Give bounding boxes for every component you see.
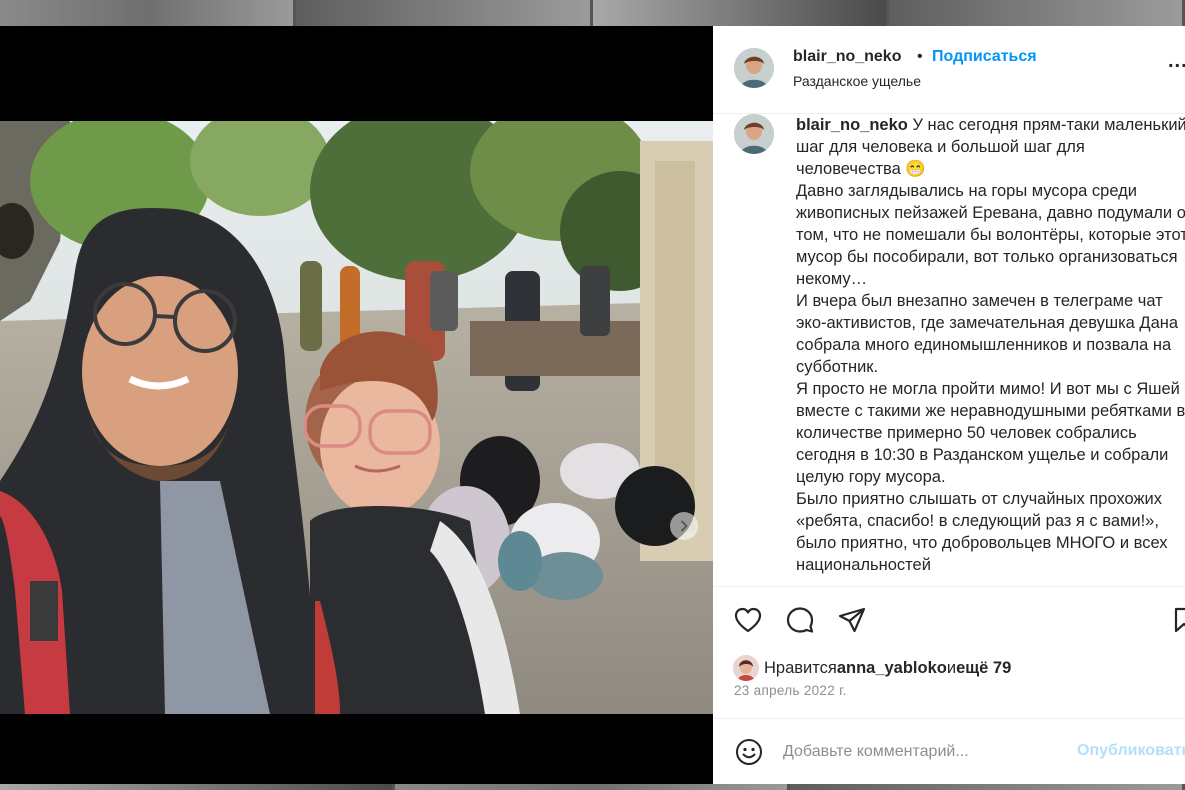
post-photo[interactable] bbox=[0, 121, 713, 714]
divider bbox=[713, 586, 1185, 587]
post-caption: blair_no_neko У нас сегодня прям-таки ма… bbox=[796, 114, 1185, 576]
liker-username[interactable]: anna_yabloko bbox=[837, 659, 947, 678]
likes-summary: Нравится anna_yabloko и ещё 79 bbox=[733, 655, 1011, 681]
like-button[interactable] bbox=[733, 605, 763, 635]
bookmark-icon bbox=[1174, 607, 1185, 633]
likes-prefix: Нравится bbox=[764, 658, 837, 677]
avatar-image bbox=[734, 114, 774, 154]
likes-connector: и bbox=[946, 658, 957, 677]
author-username[interactable]: blair_no_neko bbox=[793, 48, 901, 66]
caption-paragraph: Давно заглядывались на горы мусора среди… bbox=[796, 182, 1185, 288]
share-button[interactable] bbox=[837, 605, 867, 635]
publish-button[interactable]: Опубликовать bbox=[1077, 742, 1185, 760]
likes-count-link[interactable]: ещё 79 bbox=[956, 659, 1011, 678]
background-thumbnails-top bbox=[0, 0, 1185, 26]
avatar-image bbox=[734, 48, 774, 88]
follow-button[interactable]: Подписаться bbox=[932, 48, 1037, 66]
caption-paragraph: Я просто не могла пройти мимо! И вот мы … bbox=[796, 380, 1185, 486]
selfie-photo bbox=[0, 121, 713, 714]
emoji-icon bbox=[736, 739, 762, 765]
post-media bbox=[0, 26, 713, 784]
caption-username[interactable]: blair_no_neko bbox=[796, 116, 908, 134]
caption-avatar[interactable] bbox=[734, 114, 774, 154]
separator-dot: • bbox=[917, 48, 923, 65]
background-thumbnails-bottom bbox=[0, 784, 1185, 790]
caption-paragraph: Было приятно слышать от случайных прохож… bbox=[796, 490, 1168, 574]
divider bbox=[713, 718, 1185, 719]
emoji-button[interactable] bbox=[734, 737, 764, 767]
liker-avatar[interactable] bbox=[733, 655, 759, 681]
post-date[interactable]: 23 апрель 2022 г. bbox=[734, 683, 847, 698]
post-header: blair_no_neko • Подписаться Разданское у… bbox=[713, 26, 1185, 114]
save-button[interactable] bbox=[1172, 606, 1185, 634]
post-details-panel: blair_no_neko • Подписаться Разданское у… bbox=[713, 26, 1185, 784]
comment-input[interactable] bbox=[783, 738, 1063, 766]
avatar-image bbox=[733, 655, 759, 681]
post-location[interactable]: Разданское ущелье bbox=[793, 73, 921, 89]
more-options-button[interactable]: ... bbox=[1168, 50, 1185, 73]
post-actions bbox=[733, 604, 867, 636]
chevron-right-icon bbox=[681, 520, 688, 532]
comment-button[interactable] bbox=[785, 605, 815, 635]
heart-icon bbox=[734, 607, 762, 633]
share-icon bbox=[838, 607, 866, 633]
author-avatar[interactable] bbox=[734, 48, 774, 88]
caption-scroll-area[interactable]: blair_no_neko У нас сегодня прям-таки ма… bbox=[713, 114, 1185, 586]
caption-paragraph: И вчера был внезапно замечен в телеграме… bbox=[796, 292, 1179, 376]
next-photo-button[interactable] bbox=[670, 512, 698, 540]
comment-icon bbox=[786, 607, 814, 633]
caption-first-line: blair_no_neko У нас сегодня прям-таки ма… bbox=[796, 114, 1185, 180]
